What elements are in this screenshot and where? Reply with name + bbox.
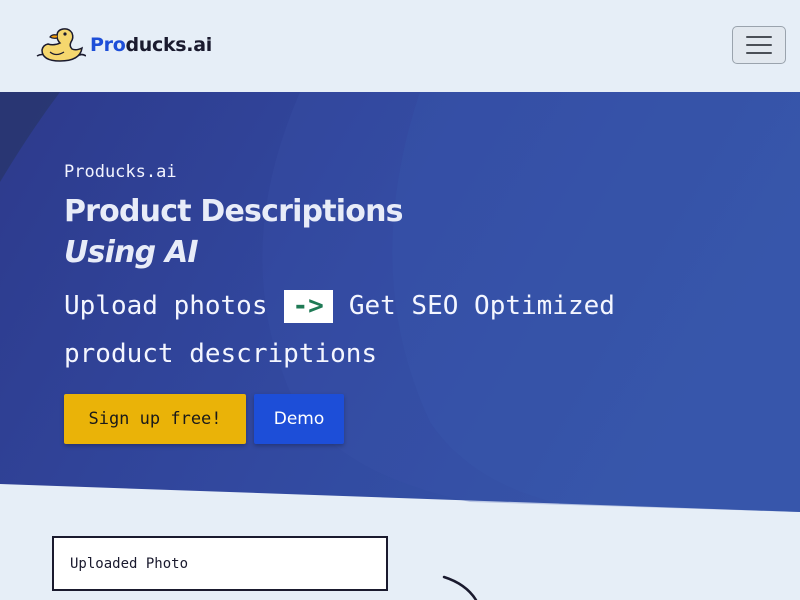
navbar: Producks.ai bbox=[0, 0, 800, 92]
hero-title-emphasis: Using AI bbox=[64, 235, 199, 270]
signup-button[interactable]: Sign up free! bbox=[64, 394, 246, 444]
brand-name-accent: Pro bbox=[90, 34, 126, 56]
brand-logo-link[interactable]: Producks.ai bbox=[36, 26, 212, 64]
hero-tagline-line2: product descriptions bbox=[64, 339, 378, 369]
hero-title: Product Descriptions bbox=[64, 194, 403, 229]
brand-name-rest: ducks.ai bbox=[125, 34, 212, 56]
hamburger-menu-icon bbox=[746, 36, 772, 38]
hero-section: Producks.ai Product Descriptions Using A… bbox=[0, 92, 800, 512]
hamburger-menu-icon bbox=[746, 52, 772, 54]
brand-name: Producks.ai bbox=[90, 34, 212, 56]
uploaded-photo-label: Uploaded Photo bbox=[70, 555, 189, 572]
hero-eyebrow: Producks.ai bbox=[64, 162, 177, 182]
hero-tagline-line1: Upload photos -> Get SEO Optimized bbox=[64, 286, 615, 326]
arrow-chip: -> bbox=[283, 289, 333, 323]
uploaded-photo-card[interactable]: Uploaded Photo bbox=[52, 536, 388, 591]
tagline-seo-text: Get SEO Optimized bbox=[348, 291, 615, 321]
hamburger-menu-button[interactable] bbox=[732, 26, 786, 64]
demo-button[interactable]: Demo bbox=[254, 394, 344, 444]
hamburger-menu-icon bbox=[746, 44, 772, 46]
duck-icon bbox=[36, 28, 86, 62]
curved-arrow-icon bbox=[442, 575, 478, 600]
tagline-upload-text: Upload photos bbox=[64, 291, 268, 321]
